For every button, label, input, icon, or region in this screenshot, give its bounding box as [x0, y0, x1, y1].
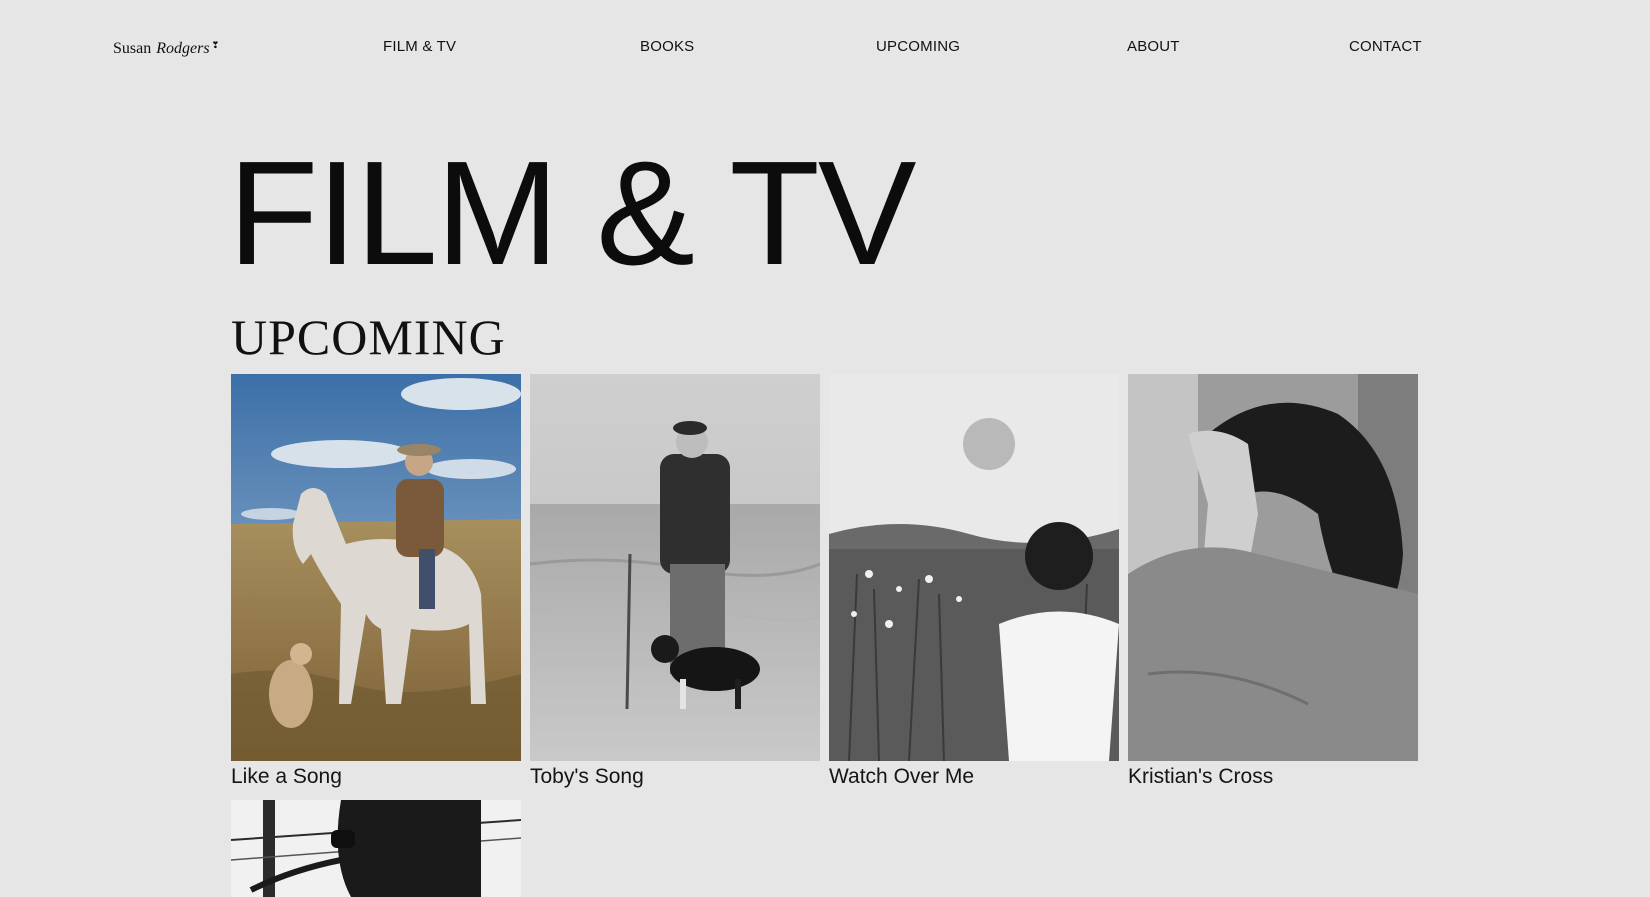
film-title: Like a Song [231, 765, 342, 788]
film-poster-image [231, 800, 521, 897]
logo-last-name: Rodgers [156, 40, 210, 57]
heart-icon: ❣ [211, 40, 220, 50]
nav-item-upcoming[interactable]: UPCOMING [876, 38, 960, 55]
film-card[interactable]: Kristian's Cross [1128, 374, 1418, 791]
film-card[interactable]: Toby's Song [530, 374, 820, 791]
film-card[interactable]: Like a Song [231, 374, 521, 791]
film-poster-image [530, 374, 820, 761]
page-title: FILM & TV [228, 131, 917, 296]
film-poster-image [829, 374, 1119, 761]
logo-first-name: Susan [113, 40, 152, 57]
film-title: Toby's Song [530, 765, 644, 788]
film-title: Watch Over Me [829, 765, 975, 788]
site-header: Susan Rodgers ❣ FILM & TV BOOKS UPCOMING… [0, 0, 1650, 100]
film-card[interactable] [231, 800, 521, 897]
nav-item-books[interactable]: BOOKS [640, 38, 694, 55]
film-poster-image [1128, 374, 1418, 761]
film-card[interactable]: Watch Over Me [829, 374, 1119, 791]
site-logo[interactable]: Susan Rodgers ❣ [113, 40, 219, 58]
nav-item-contact[interactable]: CONTACT [1349, 38, 1422, 55]
section-heading-upcoming: UPCOMING [231, 309, 506, 365]
nav-item-about[interactable]: ABOUT [1127, 38, 1180, 55]
film-title: Kristian's Cross [1128, 765, 1274, 788]
nav-item-film-tv[interactable]: FILM & TV [383, 38, 456, 55]
film-poster-image [231, 374, 521, 761]
